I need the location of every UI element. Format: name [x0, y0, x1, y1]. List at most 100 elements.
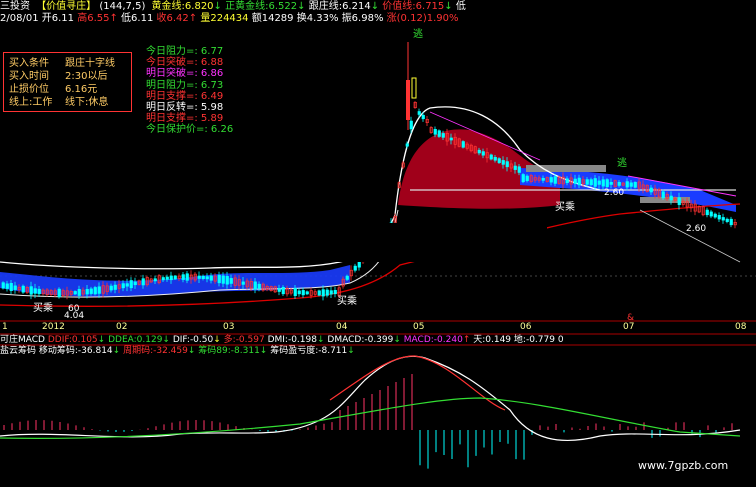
chips-move: 移动筹码:-36.814: [38, 346, 113, 356]
macd-header: 可庄MACD DDIF:0.105↓ DDEA:0.129↓ DIF:-0.50…: [0, 335, 564, 346]
chips-move-arrow: ↓: [112, 346, 121, 356]
candle-body: [93, 287, 97, 295]
buy-row-value: 线下:休息: [65, 97, 109, 108]
candle-body: [721, 217, 725, 221]
candle-body: [325, 289, 329, 296]
redacted-block: [207, 223, 547, 262]
candle-body: [517, 166, 521, 173]
quote-low: 低6.11: [121, 13, 154, 24]
quote-bar: 2/08/01 开6.11 高6.55↑ 低6.11 收6.42↑ 量22443…: [0, 13, 459, 24]
candle-body: [501, 160, 505, 165]
candle-body: [549, 177, 553, 183]
positive-gold-arrow: ↓: [297, 1, 306, 12]
x-axis-label: 06: [520, 322, 532, 332]
buy-signal-left: 买乘: [337, 296, 357, 307]
candle-body: [121, 283, 125, 289]
chip-red-line: [329, 355, 506, 411]
candle-body: [333, 289, 337, 295]
x-axis-label: 04: [336, 322, 348, 332]
candle-body: [717, 215, 721, 220]
x-axis-label: 2012: [42, 322, 65, 332]
level-item: 今日保护价=: 6.26: [146, 124, 234, 136]
candle-body: [417, 111, 421, 115]
macd-name[interactable]: 可庄MACD: [0, 335, 45, 345]
buy-signal-bottom: 买乘: [33, 303, 53, 314]
candle-body: [409, 120, 413, 130]
candle-body: [1, 282, 5, 289]
macd-dif-arrow: ↓: [213, 335, 221, 345]
candle-body: [305, 291, 309, 295]
app-title: 三投资: [0, 1, 30, 12]
buy-row-3: 止损价位 6.16元: [9, 84, 97, 95]
gray-bar: [640, 197, 690, 203]
candle-body: [153, 278, 157, 282]
candle-body: [317, 290, 321, 296]
macd-macd-arrow: ↑: [462, 335, 471, 345]
quote-date: 2/08/01: [0, 13, 39, 24]
chip-green-line: [0, 397, 741, 439]
candle-body: [185, 273, 189, 281]
quote-amount: 额14289: [251, 13, 294, 24]
macd-ddea: DDEA:0.129: [108, 335, 163, 345]
candle-body: [553, 176, 557, 184]
price-label-60: 60: [68, 304, 80, 314]
quote-high-arrow: ↑: [109, 13, 118, 24]
quote-high: 高6.55: [77, 13, 110, 24]
chips-pl: 筹码盈亏度:-8.711: [270, 346, 348, 356]
candle-body: [169, 275, 173, 281]
candle-body: [481, 151, 485, 156]
candle-body: [33, 288, 37, 294]
macd-dmi: DMI:-0.198: [267, 335, 317, 345]
indicator-name[interactable]: 【价值寻庄】: [36, 1, 96, 12]
buy-row-4: 线上:工作 线下:休息: [9, 97, 108, 108]
candle-body: [165, 276, 169, 280]
macd-dif: DIF:-0.50: [172, 335, 214, 345]
value-line-tail: 低: [455, 1, 466, 12]
candle-body: [57, 288, 61, 298]
macd-dmacd-arrow: ↓: [393, 335, 401, 345]
candle-body: [597, 180, 601, 185]
candle-body: [197, 275, 201, 279]
candle-body: [181, 274, 185, 280]
candle-body: [565, 178, 569, 184]
buy-row-label: 买入时间: [9, 71, 49, 82]
candle-body: [601, 179, 605, 187]
candle-body: [461, 141, 465, 148]
candle-body: [329, 290, 333, 295]
candle-body: [593, 178, 597, 187]
candle-body: [729, 218, 733, 226]
sell-signal-right: 逃: [617, 158, 627, 169]
gray-trend: [639, 209, 741, 263]
candle-body: [205, 276, 209, 280]
candle-body: [37, 288, 41, 295]
candle-body: [449, 137, 453, 141]
macd-dmi-arrow: ↓: [316, 335, 325, 345]
candle-body: [301, 290, 305, 296]
quote-change: 涨(0.12)1.90%: [386, 13, 459, 24]
chips-cycle: 周期码:-32.459: [123, 346, 188, 356]
buy-row-2: 买入时间 2:30以后: [9, 71, 107, 82]
chips-header: 盐云筹码 移动筹码:-36.814↓ 周期码:-32.459↓ 筹码89:-8.…: [0, 346, 355, 357]
level-item: 今日突破=: 6.88: [146, 57, 224, 69]
candle-body: [321, 289, 325, 297]
candle-body: [713, 213, 717, 218]
candle-body: [201, 275, 205, 280]
x-axis-label: 02: [116, 322, 128, 332]
candle-body: [497, 158, 501, 163]
chips-name[interactable]: 盐云筹码: [0, 346, 36, 356]
buy-row-label: 止损价位: [9, 84, 49, 95]
level-item: 明日反转=: 5.98: [146, 102, 224, 113]
candle-body: [77, 289, 81, 296]
candle-body: [633, 182, 637, 188]
candle-body: [577, 177, 581, 186]
quote-close-arrow: ↑: [188, 13, 198, 24]
candle-body: [297, 290, 301, 295]
candle-body: [109, 285, 113, 291]
x-axis-label: 05: [413, 322, 425, 332]
header-bar: 三投资 【价值寻庄】 (144,7,5) 黄金线:6.820↓ 正黄金线:6.5…: [0, 1, 466, 12]
gold-line-value: 黄金线:6.820: [151, 1, 214, 12]
x-axis-label: 1: [2, 322, 8, 332]
chips-pl-arrow: ↓: [347, 346, 355, 356]
candle-body: [277, 288, 281, 292]
quote-close: 收6.42: [156, 13, 189, 24]
